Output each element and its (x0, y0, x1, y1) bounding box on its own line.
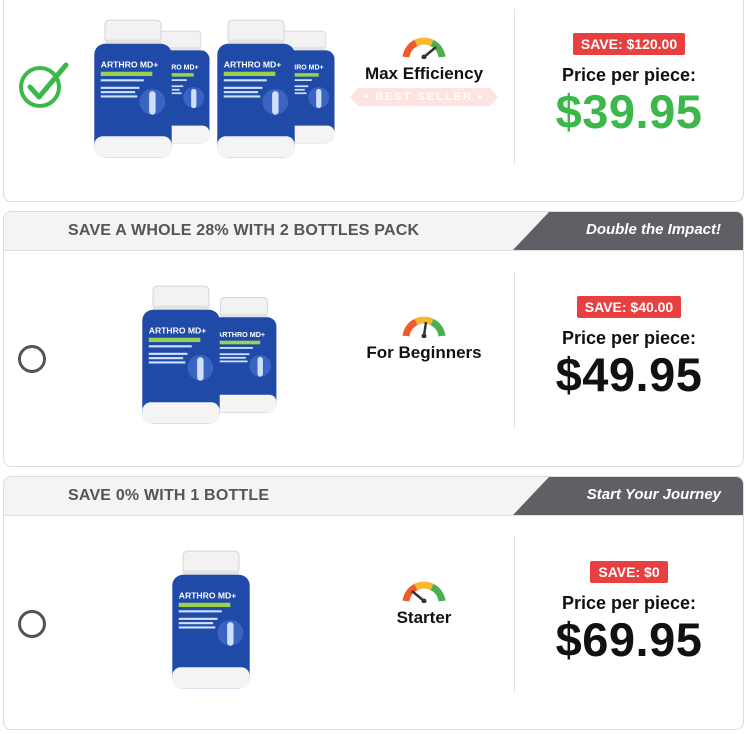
package-header: SAVE 0% WITH 1 BOTTLE Start Your Journey (4, 477, 743, 516)
price-value: $69.95 (555, 613, 703, 666)
package-card-2-bottles[interactable]: SAVE A WHOLE 28% WITH 2 BOTTLES PACK Dou… (3, 211, 744, 467)
package-ribbon: Double the Impact! (513, 212, 743, 250)
save-badge: SAVE: $40.00 (576, 296, 682, 318)
price-value: $39.95 (555, 85, 703, 138)
checkmark-icon[interactable] (16, 55, 72, 116)
price-per-piece-label: Price per piece: (561, 65, 697, 85)
radio-empty-icon[interactable] (18, 610, 46, 638)
divider (514, 535, 515, 693)
save-badge: SAVE: $120.00 (572, 33, 686, 55)
ribbon-text: Double the Impact! (585, 221, 721, 238)
tier-block: For Beginners (344, 316, 504, 363)
gauge-icon (344, 316, 504, 343)
price-block: SAVE: $40.00 Price per piece: $49.95 (524, 296, 734, 401)
tier-label: For Beginners (366, 343, 482, 362)
price-per-piece-label: Price per piece: (561, 593, 697, 613)
tier-block: Starter (344, 581, 504, 628)
product-image-1-bottle (166, 541, 256, 706)
price-per-piece-label: Price per piece: (561, 328, 697, 348)
package-ribbon: Start Your Journey (513, 477, 743, 515)
price-block: SAVE: $0 Price per piece: $69.95 (524, 561, 734, 666)
ribbon-text: Start Your Journey (586, 486, 721, 503)
gauge-icon (344, 37, 504, 64)
product-image-2-bottles (136, 276, 286, 441)
price-value: $49.95 (555, 348, 703, 401)
package-card-1-bottle[interactable]: SAVE 0% WITH 1 BOTTLE Start Your Journey… (3, 476, 744, 730)
tier-block: Max Efficiency • BEST SELLER • (344, 37, 504, 106)
gauge-icon (344, 581, 504, 608)
radio-empty-icon[interactable] (18, 345, 46, 373)
divider (514, 9, 515, 165)
best-seller-ribbon: • BEST SELLER • (350, 88, 498, 106)
package-header-title: SAVE A WHOLE 28% WITH 2 BOTTLES PACK (68, 222, 420, 239)
product-image-4-bottles (88, 13, 338, 178)
divider (514, 272, 515, 428)
package-header-title: SAVE 0% WITH 1 BOTTLE (68, 487, 270, 504)
package-card-4-bottles[interactable]: Max Efficiency • BEST SELLER • SAVE: $12… (3, 0, 744, 202)
price-block: SAVE: $120.00 Price per piece: $39.95 (524, 33, 734, 138)
tier-label: Max Efficiency (364, 64, 484, 83)
save-badge: SAVE: $0 (590, 561, 668, 583)
package-header: SAVE A WHOLE 28% WITH 2 BOTTLES PACK Dou… (4, 212, 743, 251)
tier-label: Starter (396, 608, 452, 627)
